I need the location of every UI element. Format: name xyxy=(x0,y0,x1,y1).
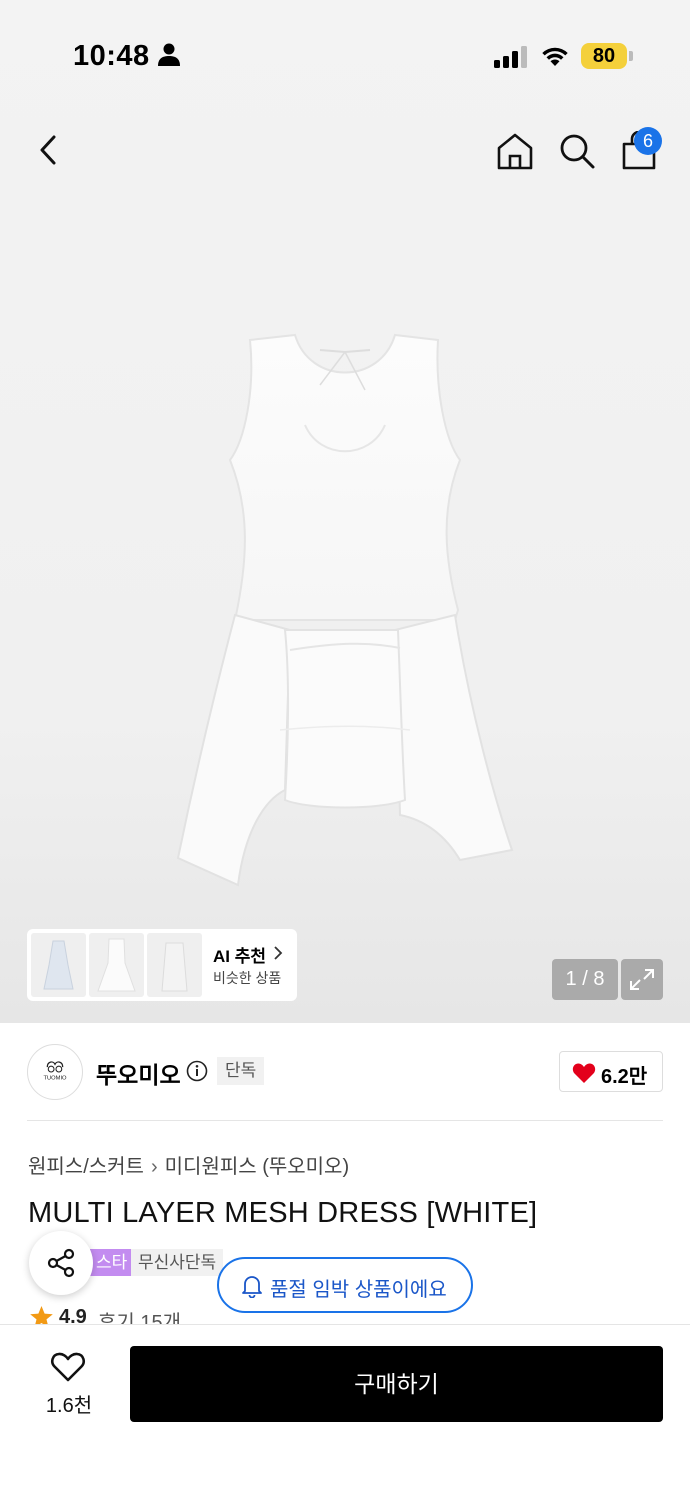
bottom-action-bar: 1.6천 구매하기 xyxy=(0,1324,690,1500)
wishlist-count: 1.6천 xyxy=(45,1395,93,1417)
image-counter: 1 / 8 xyxy=(552,959,618,1000)
battery-tip xyxy=(629,51,633,61)
heart-filled-icon xyxy=(572,1063,596,1083)
ai-recommendation-title: AI 추천 xyxy=(213,947,267,966)
person-icon xyxy=(158,43,180,66)
chevron-right-icon: › xyxy=(150,1156,158,1178)
product-title: MULTI LAYER MESH DRESS [WHITE] xyxy=(28,1197,538,1229)
battery-level: 80 xyxy=(581,43,627,69)
breadcrumb-category[interactable]: 원피스/스커트 xyxy=(28,1156,144,1178)
expand-image-button[interactable] xyxy=(621,959,663,1000)
similar-thumbnail-2[interactable] xyxy=(89,933,144,997)
back-icon[interactable] xyxy=(30,128,70,172)
share-icon xyxy=(47,1248,75,1278)
signal-icon xyxy=(494,46,527,68)
wishlist-button[interactable]: 1.6천 xyxy=(30,1347,108,1417)
cart-count-badge: 6 xyxy=(634,127,662,155)
brand-logo[interactable]: TUOMIO xyxy=(27,1044,83,1100)
expand-icon xyxy=(630,969,654,990)
search-icon[interactable] xyxy=(557,131,597,171)
star-tag: 스타 xyxy=(90,1249,134,1276)
low-stock-notice-text: 품절 임박 상품이에요 xyxy=(270,1279,447,1301)
brand-like-button[interactable]: 6.2만 xyxy=(559,1051,663,1092)
divider xyxy=(27,1120,663,1121)
ai-recommendation-subtitle: 비슷한 상품 xyxy=(213,970,282,986)
chevron-right-icon xyxy=(274,946,283,960)
low-stock-notice[interactable]: 품절 임박 상품이에요 xyxy=(217,1257,473,1313)
exclusive-tag: 단독 xyxy=(217,1057,265,1085)
info-icon[interactable] xyxy=(186,1060,208,1082)
bell-icon xyxy=(242,1276,262,1298)
ai-recommendation-card[interactable]: AI 추천 비슷한 상품 xyxy=(27,929,297,1001)
brand-like-count: 6.2만 xyxy=(601,1066,648,1088)
buy-button[interactable]: 구매하기 xyxy=(130,1346,663,1422)
similar-thumbnail-3[interactable] xyxy=(147,933,202,997)
wifi-icon xyxy=(542,47,568,66)
share-button[interactable] xyxy=(29,1231,93,1295)
similar-thumbnail-1[interactable] xyxy=(31,933,86,997)
musinsa-exclusive-tag: 무신사단독 xyxy=(131,1249,224,1276)
heart-outline-icon xyxy=(51,1352,85,1382)
brand-name[interactable]: 뚜오미오 xyxy=(96,1056,181,1090)
breadcrumb-subcategory[interactable]: 미디원피스 (뚜오미오) xyxy=(165,1156,349,1178)
product-image xyxy=(176,333,514,887)
status-bar: 10:48 80 xyxy=(0,30,690,82)
brand-logo-text: TUOMIO xyxy=(43,1076,67,1082)
status-time: 10:48 xyxy=(73,40,150,72)
home-icon[interactable] xyxy=(495,131,535,171)
category-breadcrumb: 원피스/스커트 › 미디원피스 (뚜오미오) xyxy=(28,1150,349,1179)
